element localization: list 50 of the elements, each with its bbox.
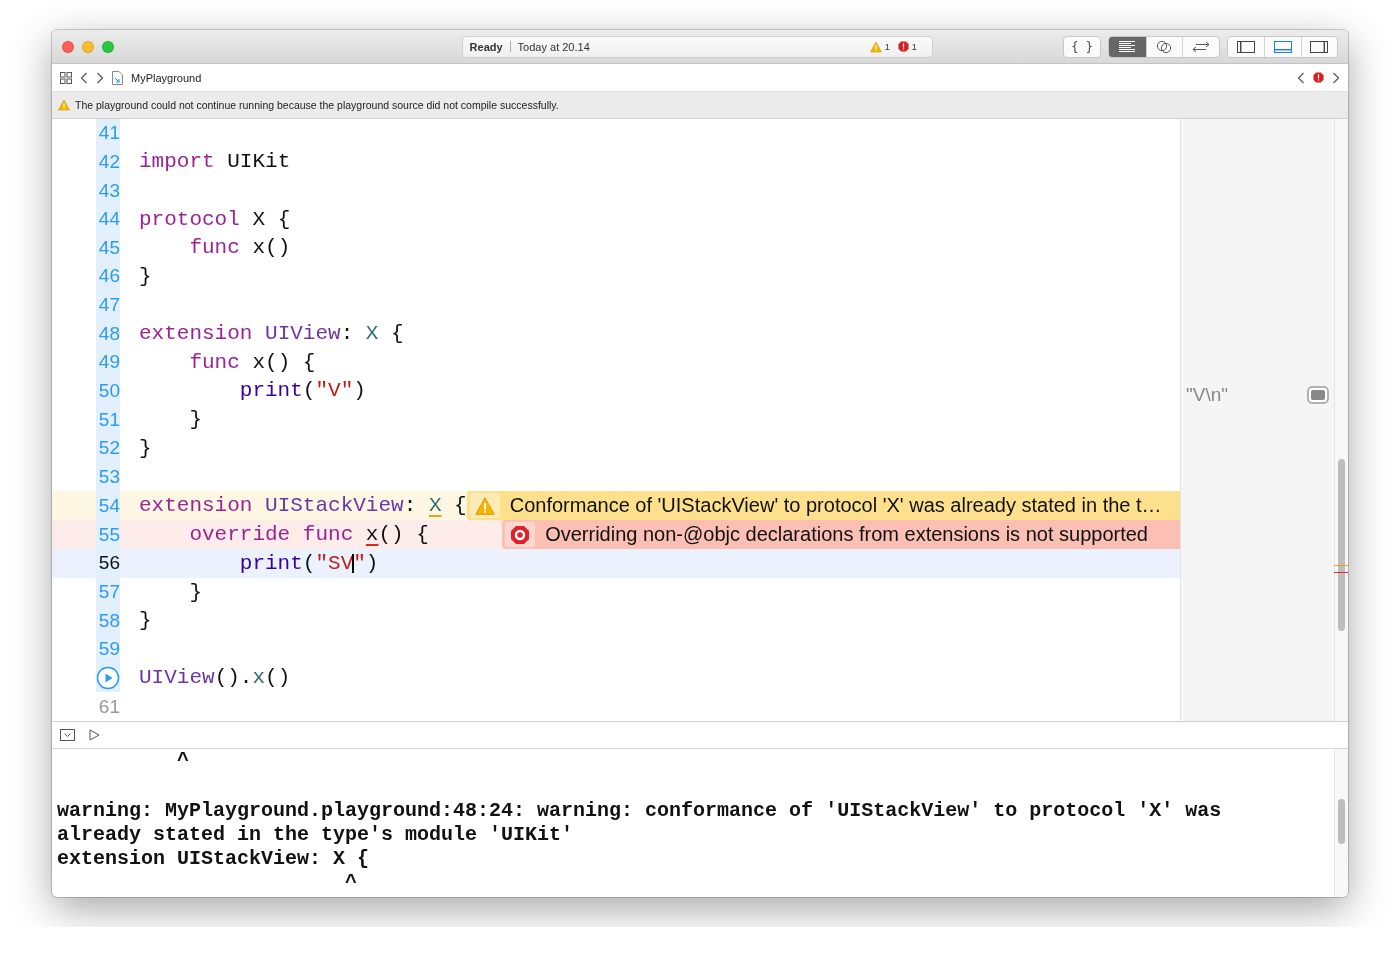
- line-number: 52: [96, 433, 120, 463]
- code-line: print("V"): [238, 378, 366, 405]
- warning-count: 1: [884, 41, 890, 52]
- code-line: }: [139, 435, 152, 462]
- console-line: warning: MyPlayground.playground:48:24: warning: conformance of 'UIStackView' to protocol 'X' was: [57, 799, 1223, 823]
- line-number: 54: [96, 491, 120, 521]
- code-line: import UIKit: [139, 149, 291, 176]
- line-number: 43: [96, 176, 120, 205]
- line-number: 59: [96, 635, 120, 664]
- code-line: extension UIView: X {: [139, 321, 404, 348]
- status-text: Ready: [469, 40, 503, 53]
- file-name[interactable]: MyPlayground: [131, 71, 202, 84]
- line-number: 49: [96, 348, 120, 377]
- line-number: 42: [96, 147, 120, 177]
- code-line: UIView().x(): [139, 665, 291, 692]
- line-number: 61: [97, 694, 120, 719]
- code-line: func x(): [188, 235, 291, 262]
- banner-text: The playground could not continue running because the playground source did not compile successfully.: [75, 99, 559, 111]
- line-number: 58: [96, 606, 120, 635]
- code-line: }: [188, 407, 202, 434]
- timestamp: Today at 20.14: [517, 40, 590, 53]
- code-line: extension UIStackView: X {: [139, 493, 467, 520]
- code-line: print("SV"): [238, 550, 379, 577]
- line-number: 57: [96, 577, 120, 607]
- line-number: 56: [96, 549, 120, 578]
- line-number: 50: [96, 376, 120, 406]
- braces-button[interactable]: { }: [1063, 36, 1101, 57]
- warning-annotation[interactable]: Conformance of 'UIStackView' to protocol 'X' was already stated in the t…: [466, 491, 1180, 521]
- line-number: 41: [96, 119, 120, 148]
- console-line: extension UIStackView: X {: [57, 847, 371, 871]
- line-number: 53: [96, 462, 120, 492]
- result-value: "V\n": [1186, 383, 1228, 406]
- console-line: ^: [176, 749, 191, 773]
- line-number: 48: [96, 319, 120, 348]
- console-line: already stated in the type's module 'UIKit': [57, 823, 575, 847]
- line-number: 47: [96, 290, 120, 320]
- line-number: 45: [96, 233, 120, 263]
- line-number: 55: [96, 520, 120, 550]
- error-annotation[interactable]: Overriding non-@objc declarations from extensions is not supported: [502, 520, 1180, 550]
- console-line: ^: [344, 871, 359, 895]
- code-line: }: [139, 608, 152, 635]
- code-line: }: [188, 579, 202, 606]
- line-number: 51: [96, 405, 120, 434]
- code-line: }: [139, 263, 152, 290]
- code-line: override func x() {: [188, 522, 429, 549]
- code-line: func x() {: [188, 349, 316, 376]
- code-line: protocol X {: [139, 206, 291, 233]
- line-number: 44: [96, 204, 120, 234]
- error-count: 1: [911, 41, 917, 52]
- line-number: 46: [96, 262, 120, 291]
